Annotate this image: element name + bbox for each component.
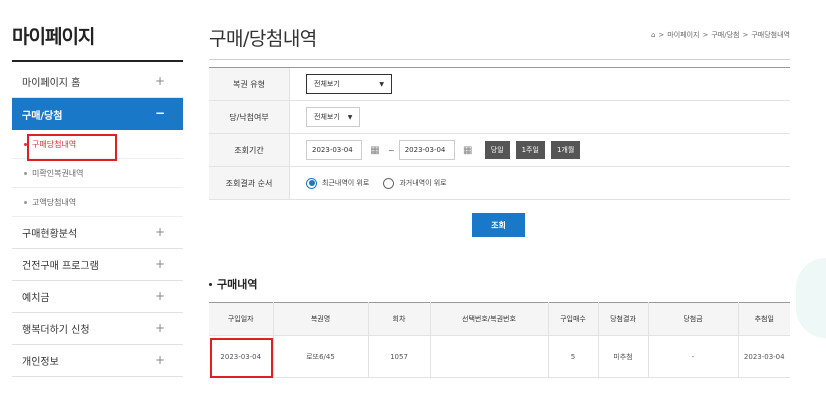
filter-label: 조회결과 순서 xyxy=(209,167,290,199)
filter-label: 당/낙첨여부 xyxy=(209,101,290,133)
filter-row-type: 복권 유형 전체보기 ▼ xyxy=(209,68,790,101)
sidebar-item-analysis[interactable]: 구매현황분석 + xyxy=(12,217,183,249)
column-header: 구입일자 xyxy=(209,302,274,336)
order-recent-radio[interactable]: 최근내역이 위로 xyxy=(306,177,370,189)
column-header: 회차 xyxy=(368,302,431,336)
home-icon[interactable]: ⌂ xyxy=(651,31,655,39)
table-row[interactable]: 2023-03-04 로또6/45 1057 5 미추첨 - 2023-03-0… xyxy=(209,335,790,378)
lottery-name-cell: 로또6/45 xyxy=(273,335,369,378)
range-separator: ~ xyxy=(388,145,395,155)
bullet-icon xyxy=(24,200,27,204)
ticket-number-cell[interactable] xyxy=(430,335,549,378)
order-past-radio[interactable]: 과거내역이 위로 xyxy=(383,177,447,189)
sidebar-item-label: 구매/당첨 xyxy=(22,110,63,122)
one-week-button[interactable]: 1주일 xyxy=(515,141,545,159)
radio-label: 과거내역이 위로 xyxy=(399,179,447,187)
highlight-box xyxy=(210,338,273,378)
caret-down-icon: ▼ xyxy=(347,113,353,121)
column-header: 추첨일 xyxy=(738,302,790,336)
expand-icon[interactable]: + xyxy=(155,257,165,271)
expand-icon[interactable]: + xyxy=(155,225,165,239)
expand-icon[interactable]: + xyxy=(155,289,165,303)
sidebar-item-mypage-home[interactable]: 마이페이지 홈 + xyxy=(12,66,183,98)
page-title: 구매/당첨내역 xyxy=(209,28,317,50)
chevron-right-icon: > xyxy=(658,31,665,39)
column-header: 당첨금 xyxy=(648,302,739,336)
sidebar-item-label: 건전구매 프로그램 xyxy=(22,261,99,272)
sidebar-item-personal-info[interactable]: 개인정보 + xyxy=(12,345,183,377)
one-month-button[interactable]: 1개월 xyxy=(550,141,581,159)
draw-date-cell: 2023-03-04 xyxy=(738,335,790,378)
filter-label: 조회기간 xyxy=(209,134,290,166)
sidebar-item-label: 개인정보 xyxy=(22,357,59,368)
breadcrumb-item[interactable]: 마이페이지 xyxy=(667,30,699,40)
sidebar-item-deposit[interactable]: 예치금 + xyxy=(12,281,183,313)
filter-row-result: 당/낙첨여부 전체보기 ▼ xyxy=(209,101,790,134)
breadcrumb-item[interactable]: 구매/당첨 xyxy=(711,30,739,40)
sidebar: 마이페이지 마이페이지 홈 + 구매/당첨 − 구매당첨내역 미확인복권내역 고… xyxy=(0,0,183,400)
breadcrumb: ⌂ > 마이페이지 > 구매/당첨 > 구매당첨내역 xyxy=(651,30,790,40)
sidebar-item-label: 구매현황분석 xyxy=(22,229,78,240)
radio-checked-icon[interactable] xyxy=(306,177,317,189)
expand-icon[interactable]: + xyxy=(155,353,165,367)
sidebar-subitem-label: 미확인복권내역 xyxy=(32,168,84,178)
lottery-type-select[interactable]: 전체보기 ▼ xyxy=(306,74,392,94)
sidebar-item-healthy-program[interactable]: 건전구매 프로그램 + xyxy=(12,249,183,281)
table-header-row: 구입일자 복권명 회차 선택번호/복권번호 구입매수 당첨결과 당첨금 추첨일 xyxy=(209,302,790,336)
sidebar-item-purchase-win[interactable]: 구매/당첨 − xyxy=(12,98,183,130)
collapse-icon[interactable]: − xyxy=(155,106,165,120)
caret-down-icon: ▼ xyxy=(379,80,384,88)
search-filter: 복권 유형 전체보기 ▼ 당/낙첨여부 전체보기 ▼ 조회기간 2023-03-… xyxy=(209,67,790,200)
chevron-right-icon: > xyxy=(742,31,749,39)
quantity-cell: 5 xyxy=(548,335,599,378)
sidebar-subitem-high-prize[interactable]: 고액당첨내역 xyxy=(12,188,183,217)
end-date-input[interactable]: 2023-03-04 xyxy=(398,140,455,160)
calendar-icon[interactable]: ▦ xyxy=(459,140,477,160)
bullet-icon xyxy=(24,171,27,175)
round-cell: 1057 xyxy=(368,335,431,378)
radio-unchecked-icon[interactable] xyxy=(383,177,395,189)
sidebar-item-happiness[interactable]: 행복더하기 신청 + xyxy=(12,313,183,345)
sidebar-title-divider xyxy=(12,60,183,62)
section-title-text: 구매내역 xyxy=(217,278,258,291)
column-header: 선택번호/복권번호 xyxy=(430,302,549,336)
sidebar-subitem-unconfirmed[interactable]: 미확인복권내역 xyxy=(12,159,183,188)
calendar-icon[interactable]: ▦ xyxy=(366,140,384,160)
start-date-input[interactable]: 2023-03-04 xyxy=(306,140,362,160)
breadcrumb-item[interactable]: 구매당첨내역 xyxy=(751,30,790,40)
chevron-right-icon: > xyxy=(702,31,709,39)
result-cell: 미추첨 xyxy=(598,335,649,378)
highlight-box xyxy=(27,134,117,161)
sidebar-menu: 마이페이지 홈 + 구매/당첨 − 구매당첨내역 미확인복권내역 고액당첨내역 … xyxy=(12,66,183,377)
purchase-table: 구입일자 복권명 회차 선택번호/복권번호 구입매수 당첨결과 당첨금 추첨일 … xyxy=(209,302,790,378)
sidebar-title: 마이페이지 xyxy=(12,26,95,48)
section-title: 구매내역 xyxy=(209,276,257,292)
title-divider xyxy=(209,59,790,60)
select-value: 전체보기 xyxy=(314,80,340,88)
sidebar-subitem-label: 고액당첨내역 xyxy=(32,197,77,207)
sidebar-item-label: 행복더하기 신청 xyxy=(22,325,90,336)
column-header: 구입매수 xyxy=(548,302,599,336)
prize-cell: - xyxy=(648,335,739,378)
filter-row-order: 조회결과 순서 최근내역이 위로 과거내역이 위로 xyxy=(209,167,790,200)
filter-label: 복권 유형 xyxy=(209,68,290,100)
expand-icon[interactable]: + xyxy=(155,74,165,88)
select-value: 전체보기 xyxy=(314,113,340,121)
column-header: 복권명 xyxy=(273,302,369,336)
radio-label: 최근내역이 위로 xyxy=(322,179,370,187)
today-button[interactable]: 당일 xyxy=(484,141,510,159)
search-button[interactable]: 조회 xyxy=(472,213,525,237)
bullet-icon xyxy=(209,282,212,286)
filter-row-period: 조회기간 2023-03-04 ▦ ~ 2023-03-04 ▦ 당일 1주일 … xyxy=(209,134,790,167)
sidebar-item-label: 마이페이지 홈 xyxy=(22,78,81,89)
win-result-select[interactable]: 전체보기 ▼ xyxy=(306,107,361,127)
column-header: 당첨결과 xyxy=(598,302,649,336)
decorative-shape xyxy=(796,258,826,338)
expand-icon[interactable]: + xyxy=(155,321,165,335)
sidebar-item-label: 예치금 xyxy=(22,293,50,304)
